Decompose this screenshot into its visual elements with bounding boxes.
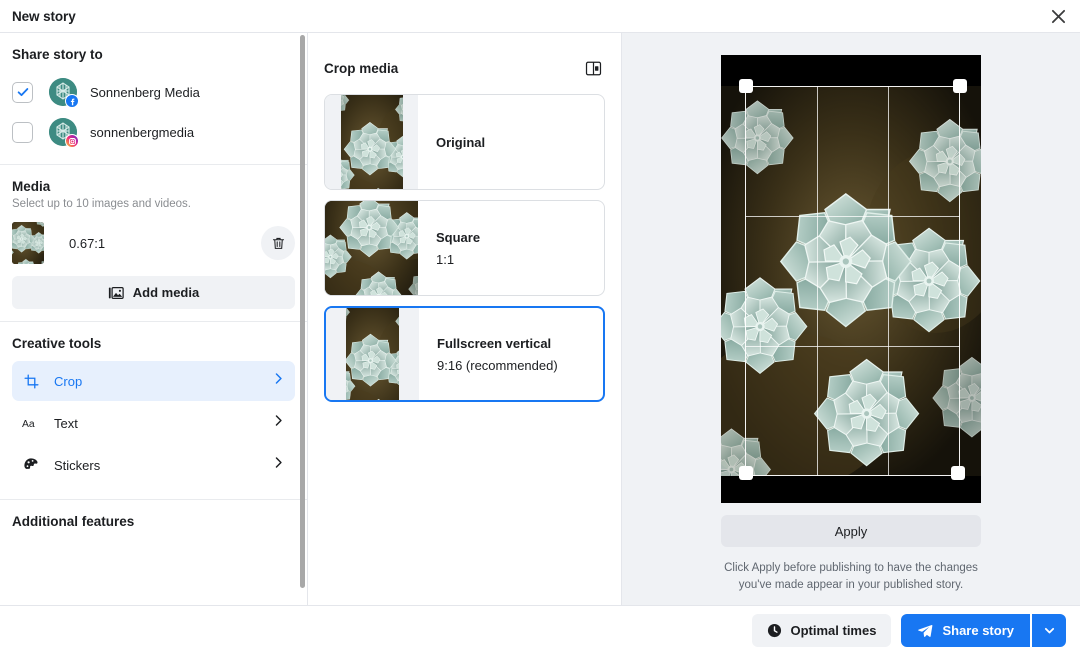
- apply-button[interactable]: Apply: [721, 515, 981, 547]
- crop-option-ratio: 9:16 (recommended): [437, 357, 558, 373]
- apply-hint-text: Click Apply before publishing to have th…: [724, 562, 978, 591]
- crop-option-thumbnail: [325, 201, 418, 295]
- media-section-subtitle: Select up to 10 images and videos.: [12, 198, 192, 210]
- share-account-row-instagram[interactable]: sonnenbergmedia: [12, 112, 295, 152]
- crop-handle-top-right[interactable]: [953, 79, 967, 93]
- tool-row-crop[interactable]: Crop: [12, 361, 295, 401]
- share-story-section: Share story to Sonnenberg Media sonnenbe…: [0, 33, 307, 165]
- crop-option-meta: Fullscreen vertical 9:16 (recommended): [419, 308, 603, 400]
- optimal-times-button[interactable]: Optimal times: [752, 614, 892, 647]
- share-account-name: Sonnenberg Media: [90, 84, 200, 100]
- crop-option-original[interactable]: Original: [324, 94, 605, 190]
- add-media-label: Add media: [132, 285, 200, 300]
- crop-option-name: Original: [436, 134, 486, 150]
- clock-icon: [767, 623, 782, 638]
- crop-option-fullscreen-vertical[interactable]: Fullscreen vertical 9:16 (recommended): [324, 306, 605, 402]
- crop-option-meta: Square 1:1: [418, 201, 604, 295]
- sidebar-scroll-content: Share story to Sonnenberg Media sonnenbe…: [0, 33, 307, 605]
- tool-label-stickers: Stickers: [54, 457, 101, 473]
- crop-handle-bottom-right[interactable]: [951, 466, 965, 480]
- checkbox-sonnenberg-media[interactable]: [12, 81, 33, 103]
- avatar: [49, 78, 79, 108]
- additional-features-section[interactable]: Additional features: [0, 500, 307, 541]
- preview-panel: Apply Click Apply before publishing to h…: [622, 33, 1080, 605]
- crop-handle-bottom-left[interactable]: [739, 466, 753, 480]
- crop-option-name: Square: [436, 229, 481, 245]
- chevron-down-icon: [1043, 624, 1056, 637]
- avatar: [49, 118, 79, 148]
- chevron-right-icon: [272, 372, 285, 390]
- sidebar-scrollbar[interactable]: [300, 35, 305, 588]
- crop-icon: [20, 373, 42, 389]
- crop-media-panel: Crop media Original Square 1:1 Fullscree…: [308, 33, 622, 605]
- optimal-times-label: Optimal times: [790, 623, 877, 638]
- trash-icon[interactable]: [261, 226, 295, 260]
- sticker-icon: [20, 457, 42, 473]
- media-thumbnail[interactable]: [12, 222, 44, 264]
- share-section-title: Share story to: [12, 47, 103, 62]
- share-story-group: Share story: [901, 614, 1066, 647]
- dialog-body: Share story to Sonnenberg Media sonnenbe…: [0, 33, 1080, 605]
- dialog-footer: Optimal times Share story: [0, 605, 1080, 655]
- tool-label-text: Text: [54, 415, 78, 431]
- share-account-row-facebook[interactable]: Sonnenberg Media: [12, 72, 295, 112]
- share-account-name: sonnenbergmedia: [90, 124, 195, 140]
- chevron-right-icon: [272, 414, 285, 432]
- page-title: New story: [12, 8, 76, 24]
- crop-option-meta: Original: [418, 95, 604, 189]
- media-aspect-ratio: 0.67:1: [69, 235, 106, 251]
- facebook-badge-icon: [65, 94, 79, 108]
- checkbox-sonnenbergmedia[interactable]: [12, 121, 33, 143]
- left-sidebar: Share story to Sonnenberg Media sonnenbe…: [0, 33, 308, 605]
- share-story-button[interactable]: Share story: [901, 614, 1030, 647]
- crop-option-square[interactable]: Square 1:1: [324, 200, 605, 296]
- media-section-title: Media: [12, 179, 51, 194]
- dialog-header: New story: [0, 0, 1080, 33]
- crop-option-thumb-pad: [325, 95, 418, 189]
- media-list-item: 0.67:1: [12, 222, 295, 264]
- crop-handle-top-left[interactable]: [739, 79, 753, 93]
- text-icon: Aa: [20, 417, 42, 430]
- chevron-right-icon: [272, 456, 285, 474]
- crop-panel-header: Crop media: [324, 33, 605, 94]
- new-story-dialog: New story Share story to Sonnenberg Medi…: [0, 0, 1080, 655]
- media-section: Media Select up to 10 images and videos.…: [0, 165, 307, 322]
- tool-row-text[interactable]: Aa Text: [12, 403, 295, 443]
- instagram-badge-icon: [65, 134, 79, 148]
- crop-option-thumb-pad: [325, 201, 418, 295]
- panel-collapse-icon[interactable]: [581, 56, 605, 80]
- share-story-label: Share story: [942, 623, 1014, 638]
- crop-option-thumbnail: [340, 95, 403, 189]
- svg-text:Aa: Aa: [22, 418, 35, 429]
- creative-tools-section: Creative tools Crop Aa Text Stickers: [0, 322, 307, 500]
- media-preview-stage: [721, 55, 981, 503]
- creative-tools-title: Creative tools: [12, 336, 102, 351]
- crop-option-thumb-pad: [326, 308, 419, 400]
- close-icon[interactable]: [1044, 2, 1072, 30]
- share-story-dropdown-button[interactable]: [1032, 614, 1066, 647]
- additional-features-title: Additional features: [12, 514, 135, 529]
- crop-panel-title: Crop media: [324, 60, 399, 76]
- crop-option-thumbnail: [346, 308, 399, 400]
- add-media-button[interactable]: Add media: [12, 276, 295, 309]
- crop-option-ratio: 1:1: [436, 251, 455, 267]
- send-icon: [917, 623, 933, 639]
- tool-row-stickers[interactable]: Stickers: [12, 445, 295, 485]
- preview-image: [721, 86, 981, 476]
- image-icon: [108, 285, 124, 301]
- tool-label-crop: Crop: [54, 373, 83, 389]
- crop-option-name: Fullscreen vertical: [437, 335, 552, 351]
